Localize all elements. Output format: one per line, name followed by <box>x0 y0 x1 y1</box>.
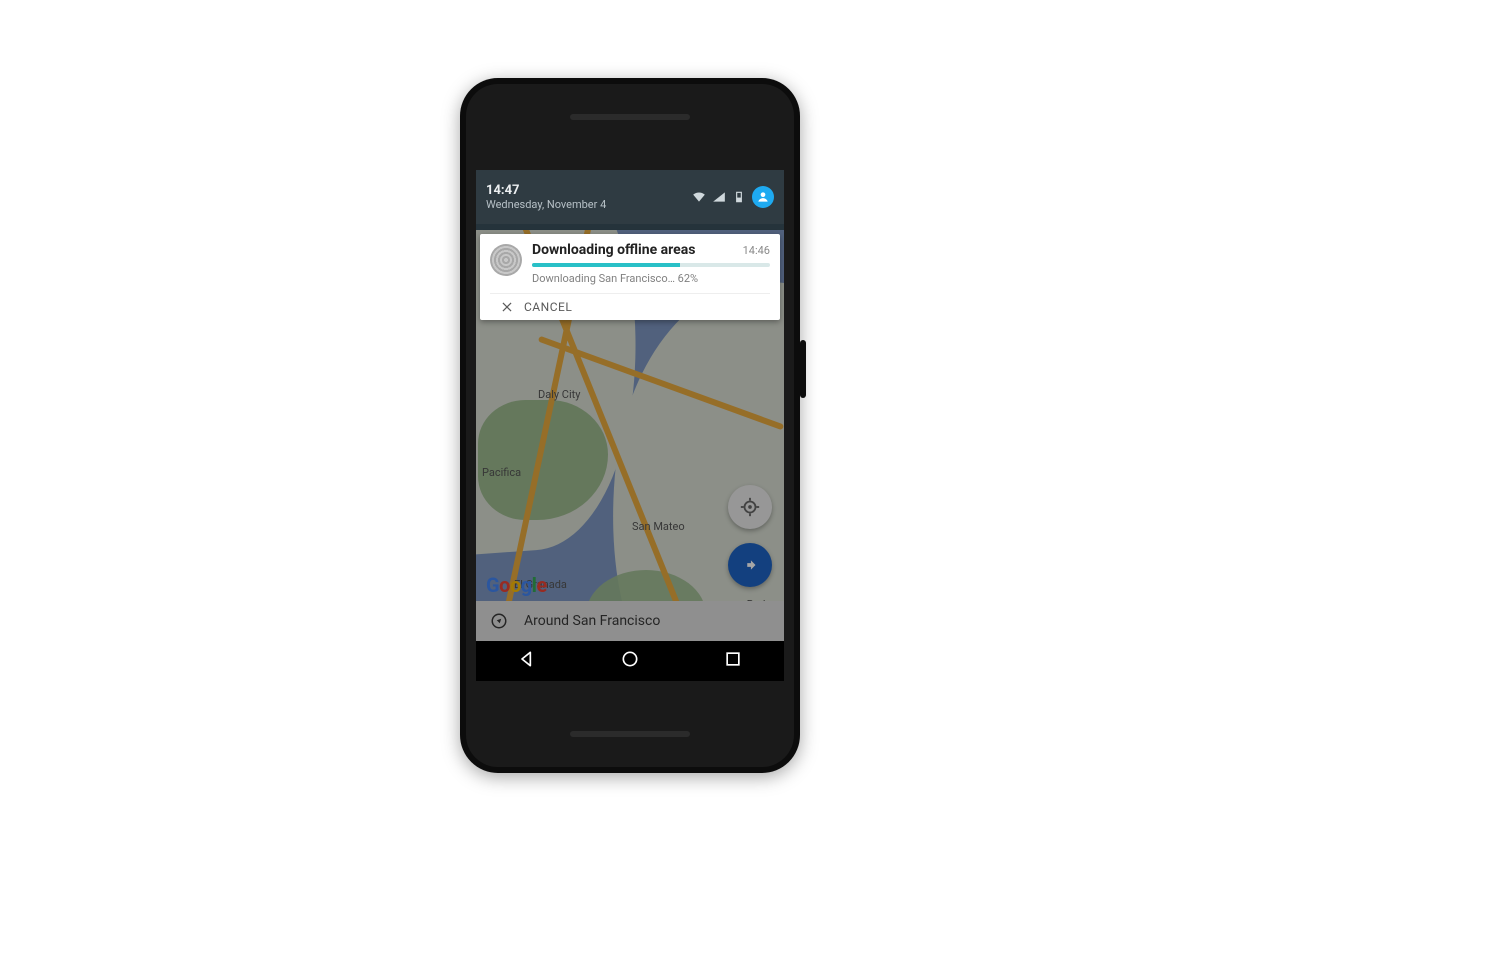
home-icon <box>620 649 640 669</box>
maps-app-icon <box>490 244 522 276</box>
close-icon <box>500 300 514 314</box>
notification-subtitle: Downloading San Francisco… 62% <box>532 272 770 285</box>
bottom-speaker <box>570 731 690 737</box>
navigation-bar <box>476 641 784 681</box>
screen: Daly City Pacifica San Mateo El Granada … <box>476 170 784 681</box>
notification-shade-header[interactable]: 14:47 Wednesday, November 4 <box>476 170 784 224</box>
back-button[interactable] <box>517 649 537 673</box>
cancel-label: CANCEL <box>524 300 572 314</box>
power-button[interactable] <box>800 340 806 398</box>
cell-signal-icon <box>712 190 726 204</box>
earpiece-speaker <box>570 114 690 120</box>
shade-separator <box>476 224 784 230</box>
notification-title: Downloading offline areas <box>532 242 695 258</box>
home-button[interactable] <box>620 649 640 673</box>
profile-icon <box>756 190 770 204</box>
status-date: Wednesday, November 4 <box>486 198 606 211</box>
cancel-button[interactable]: CANCEL <box>490 293 770 314</box>
progress-fill <box>532 263 680 267</box>
back-icon <box>517 649 537 669</box>
progress-bar <box>532 263 770 267</box>
download-notification[interactable]: Downloading offline areas 14:46 Download… <box>480 234 780 320</box>
wifi-icon <box>692 190 706 204</box>
notification-time: 14:46 <box>743 244 770 257</box>
phone-frame: Daly City Pacifica San Mateo El Granada … <box>460 78 800 773</box>
battery-icon <box>732 190 746 204</box>
status-time: 14:47 <box>486 183 606 198</box>
recents-button[interactable] <box>723 649 743 673</box>
profile-button[interactable] <box>752 186 774 208</box>
recents-icon <box>723 649 743 669</box>
